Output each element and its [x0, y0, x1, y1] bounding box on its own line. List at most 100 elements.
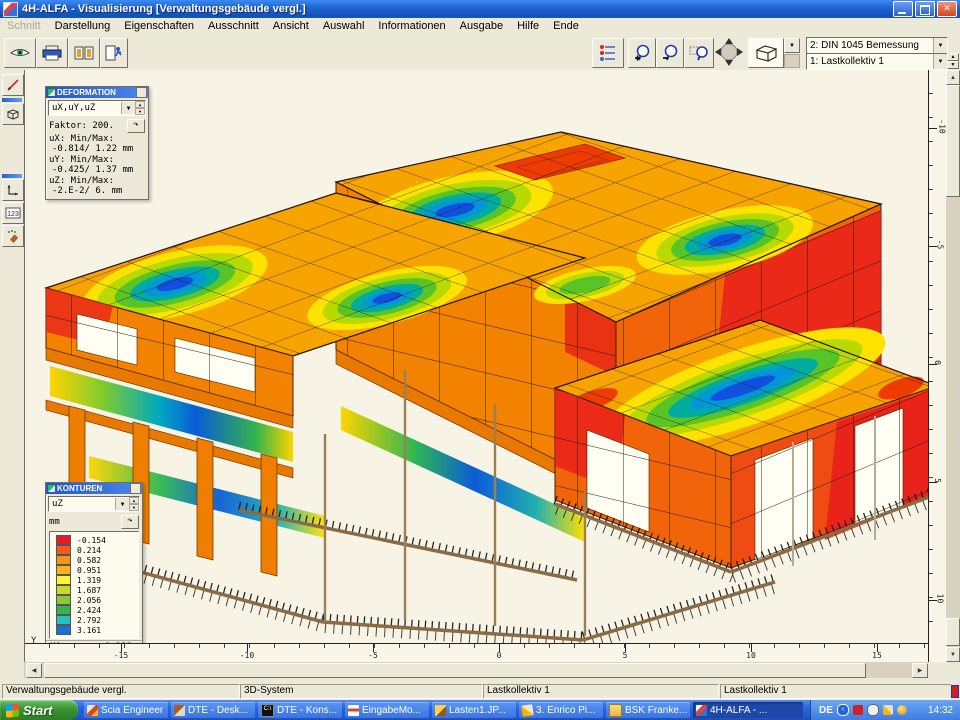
y-tick-label: 5	[933, 478, 942, 483]
panel-menu-icon[interactable]: ▾	[136, 87, 147, 98]
axis-letter: Y	[31, 636, 36, 646]
app-icon	[3, 2, 18, 17]
vertical-scroll-thumb[interactable]	[946, 85, 960, 197]
vertical-scrollbar[interactable]: ▲ ▼	[946, 70, 960, 662]
zoom-window-button[interactable]	[684, 38, 714, 68]
book-icon	[74, 45, 94, 61]
chevron-down-icon[interactable]: ▼	[933, 38, 947, 53]
menu-auswahl[interactable]: Auswahl	[316, 20, 372, 32]
konturen-panel-titlebar[interactable]: KONTUREN ▾	[46, 483, 142, 494]
solid-view-button[interactable]	[2, 103, 24, 125]
panel-menu-icon[interactable]: ▾	[130, 483, 141, 494]
deformation-component-combo[interactable]: uX,uY,uZ ▼ ▲▼	[48, 100, 146, 116]
konturen-component-combo[interactable]: uZ ▼ ▲▼	[48, 496, 140, 512]
loadcase-combo[interactable]: 1: Lastkollektiv 1 ▼	[806, 53, 948, 70]
tray-white-app-icon[interactable]	[867, 704, 879, 716]
panel-icon	[48, 485, 55, 492]
3d-viewport[interactable]: DEFORMATION ▾ uX,uY,uZ ▼ ▲▼ Faktor: 200.…	[24, 70, 928, 662]
fem-model-view[interactable]	[25, 70, 929, 660]
tray-pencil-icon[interactable]	[883, 705, 893, 715]
scroll-left-icon[interactable]: ◀	[26, 663, 42, 678]
values-button[interactable]: 123	[2, 202, 24, 224]
pen-icon	[6, 78, 20, 92]
window-title: 4H-ALFA - Visualisierung [Verwaltungsgeb…	[22, 3, 306, 15]
task-scia-engineer[interactable]: Scia Engineer	[84, 702, 168, 718]
render-button[interactable]	[2, 225, 24, 247]
pan-control[interactable]	[714, 37, 744, 72]
menu-schnitt: Schnitt	[0, 20, 48, 32]
axes-button[interactable]	[2, 179, 24, 201]
view-3d-dropdown-button[interactable]: ▼	[784, 38, 800, 53]
task-dte-desk[interactable]: DTE - Desk...	[171, 702, 255, 718]
language-indicator[interactable]: DE	[819, 705, 833, 716]
konturen-spinner[interactable]: ▲▼	[129, 497, 139, 511]
chevron-down-icon[interactable]: ▼	[933, 54, 947, 69]
exit-button[interactable]	[100, 38, 128, 68]
color-scale: -0.154 0.214 0.582 0.951 1.319 1.687 2.0…	[49, 531, 139, 639]
exit-door-icon	[105, 45, 123, 61]
menu-hilfe[interactable]: Hilfe	[510, 20, 546, 32]
deformation-panel-titlebar[interactable]: DEFORMATION ▾	[46, 87, 148, 98]
structure-tree-button[interactable]	[592, 38, 624, 68]
scale-value: 0.951	[77, 566, 101, 575]
restore-button[interactable]	[915, 1, 935, 17]
chevron-down-icon[interactable]: ▼	[121, 102, 135, 114]
task-enrico[interactable]: 3. Enrico Pi...	[519, 702, 603, 718]
window-title-bar[interactable]: 4H-ALFA - Visualisierung [Verwaltungsgeb…	[0, 0, 960, 18]
draw-section-button[interactable]	[2, 74, 24, 96]
uz-minmax-value: -2.E-2/ 6. mm	[46, 186, 148, 199]
menu-ende[interactable]: Ende	[546, 20, 586, 32]
view-button[interactable]	[4, 38, 36, 68]
menu-darstellung[interactable]: Darstellung	[48, 20, 118, 32]
scroll-down-icon[interactable]: ▼	[946, 647, 960, 662]
close-button[interactable]: ✕	[937, 1, 957, 17]
horizontal-scrollbar[interactable]: ◀ ▶	[24, 662, 928, 678]
hide-icons-chevron-icon[interactable]: ‹	[837, 704, 849, 716]
start-button[interactable]: Start	[0, 700, 78, 720]
task-dte-konsole[interactable]: C:\ DTE - Kons...	[258, 702, 342, 718]
deformation-component-value: uX,uY,uZ	[49, 103, 121, 113]
refresh-button[interactable]: ↷	[127, 119, 145, 133]
menu-ansicht[interactable]: Ansicht	[266, 20, 316, 32]
horizontal-scroll-thumb[interactable]	[44, 663, 866, 678]
tray-red-app-icon[interactable]	[853, 705, 863, 715]
menu-eigenschaften[interactable]: Eigenschaften	[117, 20, 201, 32]
view-3d-button[interactable]	[748, 38, 784, 68]
vertical-ruler: -10 -5 0 5 10	[928, 70, 946, 662]
pages-button[interactable]	[68, 38, 100, 68]
image-file-icon	[435, 705, 446, 716]
deformation-spinner[interactable]: ▲▼	[135, 101, 145, 115]
chevron-down-icon[interactable]: ▼	[115, 498, 129, 510]
print-button[interactable]	[36, 38, 68, 68]
menu-ausgabe[interactable]: Ausgabe	[453, 20, 510, 32]
design-combo[interactable]: 2: DIN 1045 Bemessung ▼	[806, 37, 948, 54]
task-4h-alfa[interactable]: 4H-ALFA - ...	[693, 702, 803, 718]
refresh-button[interactable]: ↷	[121, 515, 139, 529]
mini-titlebar[interactable]	[2, 98, 22, 102]
task-lasten1-jpg[interactable]: Lasten1.JP...	[432, 702, 516, 718]
minimize-button[interactable]	[893, 1, 913, 17]
main-toolbar: ▼ 2: DIN 1045 Bemessung ▼ 1: Lastkollekt…	[0, 34, 960, 71]
task-eingabemo[interactable]: EingabeMo...	[345, 702, 429, 718]
scroll-up-icon[interactable]: ▲	[946, 70, 960, 85]
scale-value: -0.154	[77, 536, 106, 545]
menu-ausschnitt[interactable]: Ausschnitt	[201, 20, 266, 32]
scroll-right-icon[interactable]: ▶	[912, 663, 928, 678]
tray-badge-icon[interactable]	[897, 705, 907, 715]
menu-informationen[interactable]: Informationen	[371, 20, 452, 32]
konturen-panel[interactable]: KONTUREN ▾ uZ ▼ ▲▼ mm ↷ -0.154 0.214 0.5…	[45, 482, 143, 667]
zoom-out-button[interactable]	[656, 38, 684, 68]
scale-value: 2.056	[77, 596, 101, 605]
loadcase-spinner[interactable]: ▲▼	[947, 53, 959, 68]
status-bar: Verwaltungsgebäude vergl. 3D-System Last…	[0, 682, 960, 700]
scale-swatch	[56, 615, 71, 625]
task-bsk-franke[interactable]: BSK Franke...	[606, 702, 690, 718]
mini-titlebar[interactable]	[2, 174, 22, 178]
view-3d-option-box[interactable]	[784, 54, 800, 68]
scale-value: 2.792	[77, 616, 101, 625]
zoom-in-button[interactable]	[628, 38, 656, 68]
vertical-scroll-thumb2[interactable]	[946, 618, 960, 646]
eye-icon	[9, 46, 31, 60]
scale-swatch	[56, 565, 71, 575]
deformation-panel[interactable]: DEFORMATION ▾ uX,uY,uZ ▼ ▲▼ Faktor: 200.…	[45, 86, 149, 200]
